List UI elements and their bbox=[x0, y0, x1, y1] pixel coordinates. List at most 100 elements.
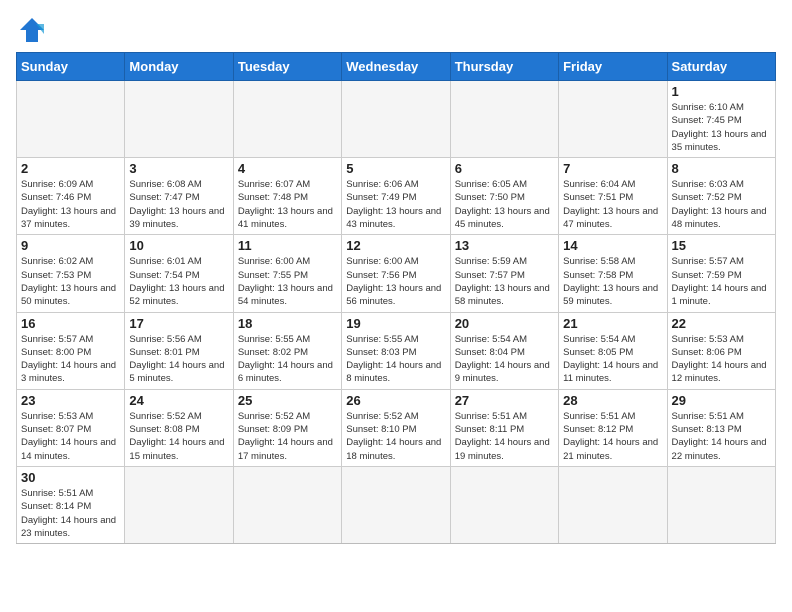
calendar-day-cell: 18Sunrise: 5:55 AM Sunset: 8:02 PM Dayli… bbox=[233, 312, 341, 389]
day-of-week-header: Friday bbox=[559, 53, 667, 81]
day-number: 2 bbox=[21, 161, 120, 176]
calendar-header-row: SundayMondayTuesdayWednesdayThursdayFrid… bbox=[17, 53, 776, 81]
page-header bbox=[16, 16, 776, 44]
day-number: 22 bbox=[672, 316, 771, 331]
day-of-week-header: Monday bbox=[125, 53, 233, 81]
day-number: 6 bbox=[455, 161, 554, 176]
calendar-day-cell: 9 Sunrise: 6:02 AM Sunset: 7:53 PM Daylig… bbox=[17, 235, 125, 312]
day-number: 9 bbox=[21, 238, 120, 253]
day-number: 14 bbox=[563, 238, 662, 253]
calendar-day-cell bbox=[450, 466, 558, 543]
calendar-week-row: 1 Sunrise: 6:10 AM Sunset: 7:45 PM Daylig… bbox=[17, 81, 776, 158]
day-number: 12 bbox=[346, 238, 445, 253]
day-number: 24 bbox=[129, 393, 228, 408]
calendar-day-cell: 2Sunrise: 6:09 AM Sunset: 7:46 PM Daylig… bbox=[17, 158, 125, 235]
calendar-day-cell: 15 Sunrise: 5:57 AM Sunset: 7:59 PM Dayli… bbox=[667, 235, 775, 312]
calendar-week-row: 2Sunrise: 6:09 AM Sunset: 7:46 PM Daylig… bbox=[17, 158, 776, 235]
day-number: 15 bbox=[672, 238, 771, 253]
day-number: 7 bbox=[563, 161, 662, 176]
day-of-week-header: Tuesday bbox=[233, 53, 341, 81]
calendar-day-cell bbox=[559, 81, 667, 158]
day-info: Sunrise: 5:57 AM Sunset: 8:00 PM Dayligh… bbox=[21, 333, 120, 386]
calendar-day-cell: 4 Sunrise: 6:07 AM Sunset: 7:48 PM Daylig… bbox=[233, 158, 341, 235]
day-info: Sunrise: 5:54 AM Sunset: 8:04 PM Dayligh… bbox=[455, 333, 554, 386]
calendar-day-cell bbox=[667, 466, 775, 543]
day-number: 3 bbox=[129, 161, 228, 176]
day-of-week-header: Sunday bbox=[17, 53, 125, 81]
day-number: 25 bbox=[238, 393, 337, 408]
day-number: 29 bbox=[672, 393, 771, 408]
day-info: Sunrise: 6:02 AM Sunset: 7:53 PM Dayligh… bbox=[21, 255, 120, 308]
calendar-day-cell bbox=[125, 81, 233, 158]
day-info: Sunrise: 5:51 AM Sunset: 8:13 PM Dayligh… bbox=[672, 410, 771, 463]
day-info: Sunrise: 5:52 AM Sunset: 8:10 PM Dayligh… bbox=[346, 410, 445, 463]
day-info: Sunrise: 5:55 AM Sunset: 8:03 PM Dayligh… bbox=[346, 333, 445, 386]
calendar-day-cell: 24Sunrise: 5:52 AM Sunset: 8:08 PM Dayli… bbox=[125, 389, 233, 466]
logo-icon bbox=[16, 16, 48, 44]
day-number: 5 bbox=[346, 161, 445, 176]
day-info: Sunrise: 5:58 AM Sunset: 7:58 PM Dayligh… bbox=[563, 255, 662, 308]
day-number: 1 bbox=[672, 84, 771, 99]
day-info: Sunrise: 5:53 AM Sunset: 8:07 PM Dayligh… bbox=[21, 410, 120, 463]
calendar-day-cell: 27 Sunrise: 5:51 AM Sunset: 8:11 PM Dayli… bbox=[450, 389, 558, 466]
day-of-week-header: Wednesday bbox=[342, 53, 450, 81]
day-number: 10 bbox=[129, 238, 228, 253]
day-number: 13 bbox=[455, 238, 554, 253]
calendar-day-cell bbox=[450, 81, 558, 158]
day-info: Sunrise: 5:51 AM Sunset: 8:11 PM Dayligh… bbox=[455, 410, 554, 463]
day-info: Sunrise: 6:07 AM Sunset: 7:48 PM Dayligh… bbox=[238, 178, 337, 231]
day-info: Sunrise: 5:59 AM Sunset: 7:57 PM Dayligh… bbox=[455, 255, 554, 308]
calendar-day-cell: 1 Sunrise: 6:10 AM Sunset: 7:45 PM Daylig… bbox=[667, 81, 775, 158]
calendar-day-cell: 5 Sunrise: 6:06 AM Sunset: 7:49 PM Daylig… bbox=[342, 158, 450, 235]
calendar-week-row: 23 Sunrise: 5:53 AM Sunset: 8:07 PM Dayli… bbox=[17, 389, 776, 466]
day-number: 4 bbox=[238, 161, 337, 176]
calendar-day-cell bbox=[342, 81, 450, 158]
calendar-day-cell: 20Sunrise: 5:54 AM Sunset: 8:04 PM Dayli… bbox=[450, 312, 558, 389]
calendar-day-cell: 13 Sunrise: 5:59 AM Sunset: 7:57 PM Dayli… bbox=[450, 235, 558, 312]
calendar-week-row: 9 Sunrise: 6:02 AM Sunset: 7:53 PM Daylig… bbox=[17, 235, 776, 312]
day-number: 11 bbox=[238, 238, 337, 253]
day-info: Sunrise: 6:00 AM Sunset: 7:56 PM Dayligh… bbox=[346, 255, 445, 308]
day-number: 19 bbox=[346, 316, 445, 331]
day-info: Sunrise: 5:53 AM Sunset: 8:06 PM Dayligh… bbox=[672, 333, 771, 386]
calendar-day-cell bbox=[342, 466, 450, 543]
calendar: SundayMondayTuesdayWednesdayThursdayFrid… bbox=[16, 52, 776, 544]
calendar-day-cell bbox=[559, 466, 667, 543]
calendar-day-cell: 25 Sunrise: 5:52 AM Sunset: 8:09 PM Dayli… bbox=[233, 389, 341, 466]
calendar-day-cell: 21Sunrise: 5:54 AM Sunset: 8:05 PM Dayli… bbox=[559, 312, 667, 389]
calendar-day-cell: 14 Sunrise: 5:58 AM Sunset: 7:58 PM Dayli… bbox=[559, 235, 667, 312]
day-number: 17 bbox=[129, 316, 228, 331]
calendar-day-cell: 10Sunrise: 6:01 AM Sunset: 7:54 PM Dayli… bbox=[125, 235, 233, 312]
calendar-week-row: 30Sunrise: 5:51 AM Sunset: 8:14 PM Dayli… bbox=[17, 466, 776, 543]
day-info: Sunrise: 6:10 AM Sunset: 7:45 PM Dayligh… bbox=[672, 101, 771, 154]
calendar-day-cell: 29 Sunrise: 5:51 AM Sunset: 8:13 PM Dayli… bbox=[667, 389, 775, 466]
day-number: 27 bbox=[455, 393, 554, 408]
day-number: 8 bbox=[672, 161, 771, 176]
calendar-day-cell: 17 Sunrise: 5:56 AM Sunset: 8:01 PM Dayli… bbox=[125, 312, 233, 389]
day-info: Sunrise: 6:03 AM Sunset: 7:52 PM Dayligh… bbox=[672, 178, 771, 231]
calendar-day-cell: 12 Sunrise: 6:00 AM Sunset: 7:56 PM Dayli… bbox=[342, 235, 450, 312]
day-info: Sunrise: 6:05 AM Sunset: 7:50 PM Dayligh… bbox=[455, 178, 554, 231]
logo bbox=[16, 16, 52, 44]
calendar-week-row: 16Sunrise: 5:57 AM Sunset: 8:00 PM Dayli… bbox=[17, 312, 776, 389]
calendar-day-cell bbox=[233, 81, 341, 158]
day-info: Sunrise: 6:08 AM Sunset: 7:47 PM Dayligh… bbox=[129, 178, 228, 231]
calendar-day-cell: 7Sunrise: 6:04 AM Sunset: 7:51 PM Daylig… bbox=[559, 158, 667, 235]
day-info: Sunrise: 5:55 AM Sunset: 8:02 PM Dayligh… bbox=[238, 333, 337, 386]
day-info: Sunrise: 5:52 AM Sunset: 8:09 PM Dayligh… bbox=[238, 410, 337, 463]
calendar-day-cell bbox=[233, 466, 341, 543]
day-number: 28 bbox=[563, 393, 662, 408]
day-number: 26 bbox=[346, 393, 445, 408]
day-info: Sunrise: 5:54 AM Sunset: 8:05 PM Dayligh… bbox=[563, 333, 662, 386]
day-info: Sunrise: 5:56 AM Sunset: 8:01 PM Dayligh… bbox=[129, 333, 228, 386]
day-number: 23 bbox=[21, 393, 120, 408]
calendar-day-cell: 22 Sunrise: 5:53 AM Sunset: 8:06 PM Dayli… bbox=[667, 312, 775, 389]
calendar-day-cell: 30Sunrise: 5:51 AM Sunset: 8:14 PM Dayli… bbox=[17, 466, 125, 543]
day-info: Sunrise: 6:06 AM Sunset: 7:49 PM Dayligh… bbox=[346, 178, 445, 231]
calendar-day-cell: 28Sunrise: 5:51 AM Sunset: 8:12 PM Dayli… bbox=[559, 389, 667, 466]
calendar-day-cell: 19 Sunrise: 5:55 AM Sunset: 8:03 PM Dayli… bbox=[342, 312, 450, 389]
calendar-day-cell: 6 Sunrise: 6:05 AM Sunset: 7:50 PM Daylig… bbox=[450, 158, 558, 235]
day-info: Sunrise: 5:57 AM Sunset: 7:59 PM Dayligh… bbox=[672, 255, 771, 308]
calendar-day-cell bbox=[125, 466, 233, 543]
calendar-day-cell: 23 Sunrise: 5:53 AM Sunset: 8:07 PM Dayli… bbox=[17, 389, 125, 466]
